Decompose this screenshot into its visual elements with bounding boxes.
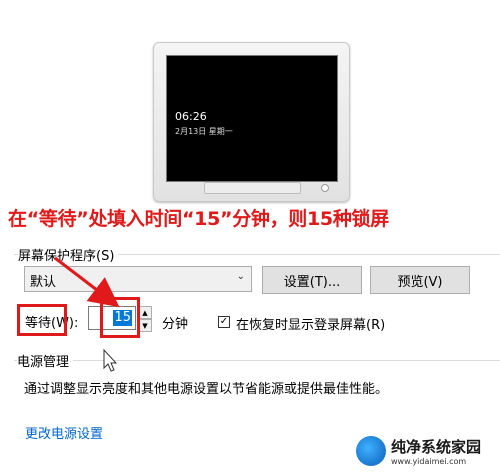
power-group-divider [14, 360, 500, 361]
wait-spinner[interactable]: ▲ ▼ [138, 306, 152, 332]
minutes-label: 分钟 [162, 317, 189, 332]
preview-date: 2月13日 星期一 [175, 127, 233, 136]
wait-label-highlight [17, 304, 67, 336]
chevron-down-icon: ⌄ [236, 271, 245, 282]
screensaver-group-label: 屏幕保护程序(S) [18, 245, 119, 264]
instruction-annotation: 在“等待”处填入时间“15”分钟，则15种锁屏 [8, 208, 389, 230]
watermark-url: www.yidaimei.com [391, 457, 467, 466]
screensaver-selected-value: 默认 [30, 275, 57, 290]
spin-up-icon[interactable]: ▲ [138, 306, 152, 319]
resume-logon-label[interactable]: 在恢复时显示登录屏幕(R) [236, 314, 385, 333]
preview-screen: 06:26 2月13日 星期一 [166, 55, 338, 182]
screensaver-preview-monitor: 06:26 2月13日 星期一 [153, 42, 350, 202]
power-description: 通过调整显示亮度和其他电源设置以节省能源或提供最佳性能。 [24, 382, 389, 397]
watermark-logo-icon [356, 436, 386, 466]
resume-logon-checkbox[interactable]: ✓ [218, 316, 230, 328]
preview-time: 06:26 [175, 110, 207, 123]
site-watermark: 纯净系统家园 www.yidaimei.com [356, 434, 494, 468]
preview-button[interactable]: 预览(V) [370, 266, 470, 294]
checkmark-icon: ✓ [219, 316, 229, 327]
watermark-name: 纯净系统家园 [391, 438, 482, 456]
screensaver-select[interactable]: 默认 ⌄ [24, 266, 252, 292]
monitor-power-led [321, 184, 329, 192]
power-group-label: 电源管理 [17, 351, 74, 370]
wait-value-highlight [100, 297, 140, 338]
change-power-settings-link[interactable]: 更改电源设置 [25, 423, 103, 442]
monitor-base [204, 182, 301, 194]
settings-button[interactable]: 设置(T)... [262, 266, 362, 294]
spin-down-icon[interactable]: ▼ [138, 319, 152, 332]
